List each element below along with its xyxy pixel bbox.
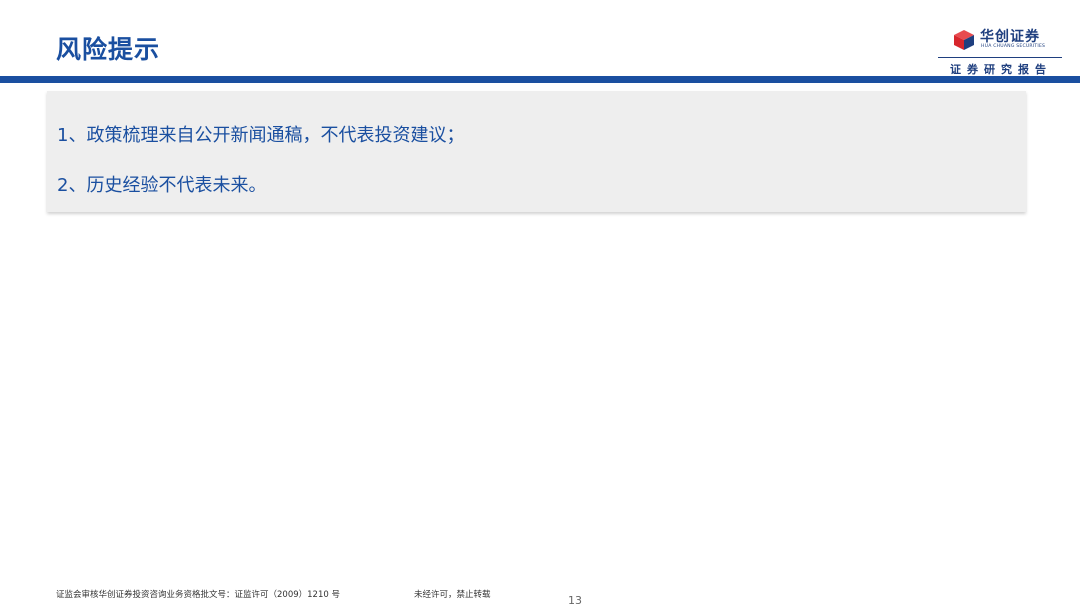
header-divider-bar	[0, 76, 1080, 83]
logo-cube-icon	[954, 30, 974, 50]
risk-item-1: 1、政策梳理来自公开新闻通稿，不代表投资建议；	[57, 125, 465, 146]
logo-english-name: HUA CHUANG SECURITIES	[981, 44, 1046, 49]
logo-divider	[938, 57, 1062, 58]
logo-name: 华创证券	[980, 29, 1040, 45]
page-number: 13	[568, 594, 582, 607]
page-title: 风险提示	[56, 35, 161, 64]
risk-notice-box: 1、政策梳理来自公开新闻通稿，不代表投资建议； 2、历史经验不代表未来。	[47, 91, 1026, 212]
company-logo: 华创证券 HUA CHUANG SECURITIES	[952, 26, 1056, 54]
risk-item-2: 2、历史经验不代表未来。	[57, 175, 267, 196]
footer-license-text: 证监会审核华创证券投资咨询业务资格批文号：证监许可（2009）1210 号	[56, 590, 340, 600]
footer-reproduction-notice: 未经许可，禁止转载	[414, 590, 491, 600]
report-tagline: 证券研究报告	[950, 63, 1052, 76]
